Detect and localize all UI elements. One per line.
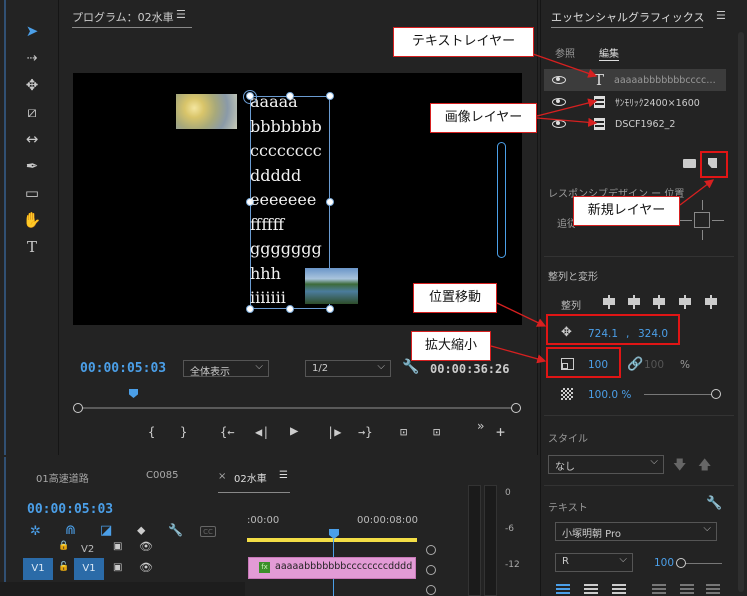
- callout-new-layer: 新規レイヤー: [573, 196, 680, 226]
- callout-text-layer: テキストレイヤー: [393, 27, 534, 57]
- callout-scale: 拡大縮小: [411, 331, 491, 361]
- callout-position: 位置移動: [413, 283, 497, 313]
- callout-arrows: [490, 53, 715, 364]
- callout-image-layer: 画像レイヤー: [430, 103, 537, 133]
